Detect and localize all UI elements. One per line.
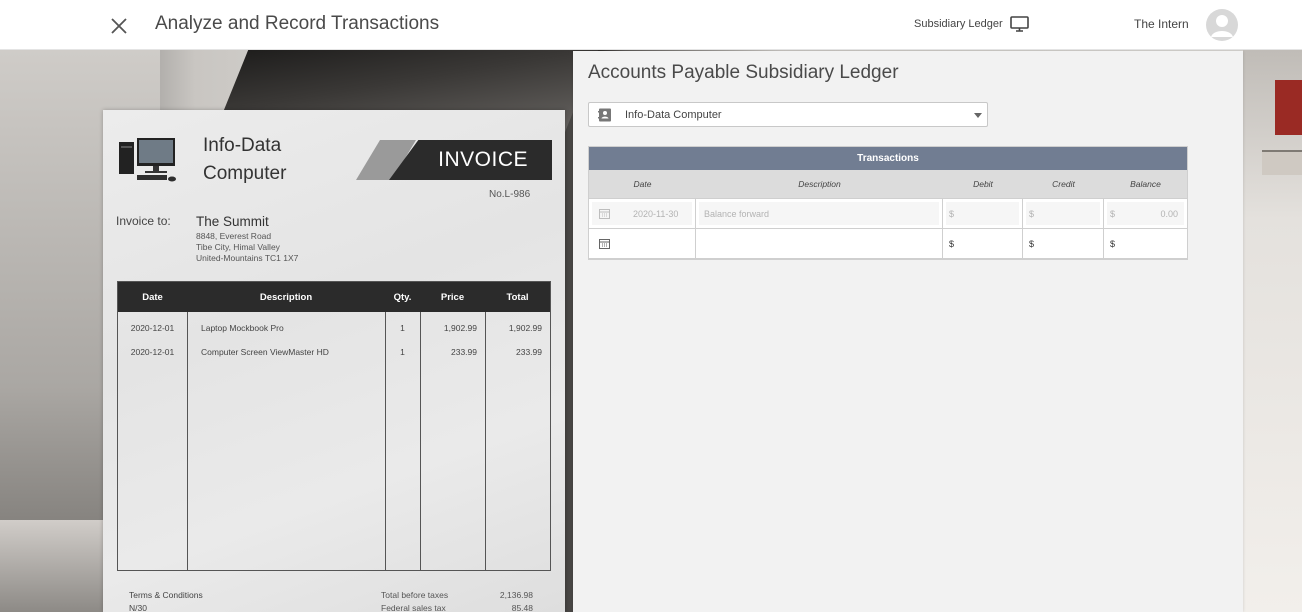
top-bar: Analyze and Record Transactions Subsidia…	[0, 0, 1302, 50]
column-header-total: Total	[506, 291, 529, 303]
subsidiary-ledger-button[interactable]: Subsidiary Ledger	[914, 16, 1029, 32]
currency-symbol: $	[949, 209, 955, 219]
user-avatar-icon[interactable]	[1206, 9, 1238, 41]
chevron-down-icon	[974, 113, 982, 118]
totals-label: Total before taxes	[381, 590, 449, 600]
invoice-totals: Total before taxes 2,136.98 Federal sale…	[381, 589, 533, 612]
invoice-table-header: Date Description Qty. Price Total	[118, 282, 550, 312]
cell-qty: 1	[400, 323, 405, 333]
invoice-terms: Terms & Conditions N/30	[129, 589, 203, 612]
currency-symbol: $	[949, 239, 955, 249]
column-header-qty: Qty.	[393, 291, 412, 303]
column-header-description: Description	[259, 291, 313, 303]
currency-symbol: $	[1029, 239, 1035, 249]
address-line: 8848, Everest Road	[196, 231, 272, 241]
cell-qty: 1	[400, 347, 405, 357]
table-row: 2020-11-30 Balance forward $ $ $ 0.00	[589, 199, 1187, 229]
invoice-banner-text: INVOICE	[438, 148, 528, 171]
credit-input[interactable]: $	[1023, 229, 1104, 258]
cell-date: 2020-12-01	[130, 323, 175, 333]
description-cell: Balance forward	[696, 199, 943, 228]
description-value: Balance forward	[704, 209, 770, 219]
ledger-title: Accounts Payable Subsidiary Ledger	[588, 62, 899, 83]
table-row: $ $ $	[589, 229, 1187, 259]
debit-cell: $	[943, 199, 1023, 228]
invoice-line-items-table: Date Description Qty. Price Total 2020-1…	[117, 281, 551, 571]
totals-row: Total before taxes 2,136.98	[381, 589, 533, 602]
column-header-date: Date	[633, 179, 652, 189]
totals-value: 2,136.98	[499, 590, 533, 600]
contact-card-icon	[598, 108, 611, 122]
column-header-price: Price	[440, 291, 465, 303]
date-value: 2020-11-30	[633, 209, 679, 219]
terms-title: Terms & Conditions	[129, 590, 203, 600]
subsidiary-ledger-label: Subsidiary Ledger	[914, 18, 1003, 30]
invoice-document: Info-Data Computer INVOICE No.L-986 Invo…	[103, 110, 565, 612]
address-line: Tibe City, Himal Valley	[196, 242, 280, 252]
address-line: United-Mountains TC1 1X7	[196, 253, 299, 263]
vendor-select-value: Info-Data Computer	[625, 109, 722, 121]
cell-description: Computer Screen ViewMaster HD	[201, 347, 329, 357]
credit-cell: $	[1023, 199, 1104, 228]
balance-value: 0.00	[1160, 209, 1178, 219]
computer-logo-icon	[119, 138, 176, 182]
calendar-icon	[599, 209, 610, 219]
invoice-banner: INVOICE	[356, 140, 552, 180]
totals-label: Federal sales tax	[381, 603, 446, 612]
date-cell: 2020-11-30	[589, 199, 696, 228]
date-input[interactable]	[589, 229, 696, 258]
cell-total: 1,902.99	[508, 323, 542, 333]
user-name: The Intern	[1134, 17, 1189, 31]
column-header-balance: Balance	[1130, 179, 1161, 189]
invoice-to-label: Invoice to:	[116, 214, 171, 228]
subsidiary-ledger-panel: Accounts Payable Subsidiary Ledger Info-…	[573, 51, 1243, 612]
totals-value: 85.48	[511, 603, 533, 612]
vendor-select[interactable]: Info-Data Computer	[588, 102, 988, 127]
invoice-to-name: The Summit	[196, 214, 269, 229]
column-header-debit: Debit	[973, 179, 993, 189]
balance-cell: $ 0.00	[1104, 199, 1187, 228]
transactions-table-title: Transactions	[589, 147, 1187, 170]
balance-input[interactable]: $	[1104, 229, 1187, 258]
debit-input[interactable]: $	[943, 229, 1023, 258]
currency-symbol: $	[1029, 209, 1035, 219]
cell-description: Laptop Mockbook Pro	[201, 323, 284, 333]
invoice-number: No.L-986	[489, 189, 531, 200]
column-header-date: Date	[142, 291, 163, 303]
currency-symbol: $	[1110, 239, 1116, 249]
invoice-company-name: Info-Data Computer	[203, 135, 287, 184]
transactions-table: Transactions Date Description Debit Cred…	[588, 146, 1188, 260]
column-header-credit: Credit	[1052, 179, 1075, 189]
cell-date: 2020-12-01	[130, 347, 175, 357]
cell-price: 233.99	[451, 347, 477, 357]
column-header-description: Description	[798, 179, 841, 189]
totals-row: Federal sales tax 85.48	[381, 602, 533, 612]
description-input[interactable]	[696, 229, 943, 258]
cell-price: 1,902.99	[443, 323, 477, 333]
invoice-row: 2020-12-01 Computer Screen ViewMaster HD…	[118, 340, 550, 364]
page-title: Analyze and Record Transactions	[155, 13, 440, 34]
invoice-address: 8848, Everest Road Tibe City, Himal Vall…	[196, 231, 298, 264]
cell-total: 233.99	[516, 347, 542, 357]
close-icon[interactable]	[108, 13, 130, 37]
transactions-table-header: Date Description Debit Credit Balance	[589, 170, 1187, 199]
currency-symbol: $	[1110, 209, 1116, 219]
calendar-icon[interactable]	[599, 238, 610, 249]
monitor-icon	[1009, 16, 1029, 32]
terms-value: N/30	[129, 603, 147, 612]
invoice-row: 2020-12-01 Laptop Mockbook Pro 1 1,902.9…	[118, 316, 550, 340]
